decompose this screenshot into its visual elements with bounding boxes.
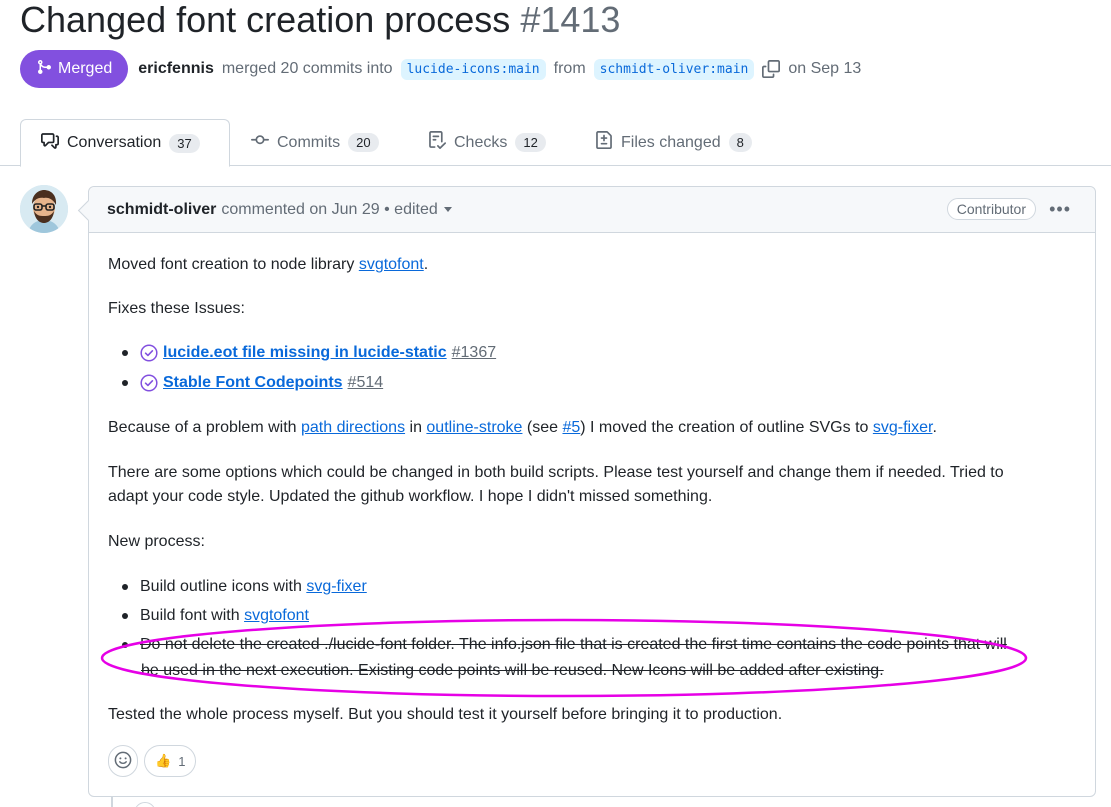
commit-icon [251,131,269,154]
bullet [122,584,128,590]
intro-text: Moved font creation to node library [108,256,359,273]
copy-icon[interactable] [762,59,781,78]
list-item: Do not delete the created ./lucide-font … [122,633,1007,657]
intro-paragraph: Moved font creation to node library svgt… [108,253,428,277]
contributor-badge: Contributor [946,198,1036,220]
checklist-icon [428,131,447,154]
list-item: Stable Font Codepoints #514 [122,371,383,395]
issue-number[interactable]: #1367 [452,341,497,365]
timeline-event-icon [134,802,156,807]
issue-link[interactable]: lucide.eot file missing in lucide-static [163,341,447,365]
timeline-line [111,797,113,807]
outline-stroke-link[interactable]: outline-stroke [426,419,522,436]
intro-end: . [423,256,429,273]
file-diff-icon [595,131,613,154]
tab-conversation-label: Conversation [67,134,162,151]
p2-text-b: in [405,419,427,436]
merger-username[interactable]: ericfennis [138,60,214,78]
svgtofont-link[interactable]: svgtofont [359,256,424,273]
tab-conversation[interactable]: Conversation 37 [20,119,230,167]
svg-fixer-link[interactable]: svg-fixer [873,419,933,436]
comment-header: schmidt-oliver commented on Jun 29 • edi… [89,187,1095,233]
thumbs-up-icon: 👍 [155,753,172,768]
reactions-bar: 👍 1 [108,745,197,777]
pr-title: Changed font creation process #1413 [20,0,620,40]
head-branch[interactable]: schmidt-oliver:main [593,58,755,80]
svgtofont-link[interactable]: svgtofont [244,604,309,628]
merged-status-badge: Merged [20,50,129,88]
step2-text: Build font with [140,607,240,624]
pr-tabs: Conversation 37 Commits 20 Checks 12 Fil… [0,119,1111,167]
issue-closed-icon [140,374,158,392]
options-paragraph-line1: There are some options which could be ch… [108,464,1004,481]
chevron-down-icon[interactable] [443,207,452,212]
reaction-count: 1 [178,753,186,769]
issue-5-link[interactable]: #5 [562,419,580,436]
thumbs-up-reaction[interactable]: 👍 1 [144,745,197,777]
comment-author[interactable]: schmidt-oliver [107,201,216,219]
comment-card: schmidt-oliver commented on Jun 29 • edi… [88,186,1096,797]
pr-meta: Merged ericfennis merged 20 commits into… [20,50,861,88]
bullet [122,613,128,619]
tab-files-changed-label: Files changed [621,133,721,151]
step1-text: Build outline icons with [140,578,302,595]
merge-date: on Sep 13 [788,60,862,77]
merge-description: merged 20 commits into [221,60,393,77]
kebab-horizontal-icon[interactable]: ••• [1049,200,1071,218]
bullet [122,350,128,356]
p2-text-e: . [932,419,937,436]
list-item: lucide.eot file missing in lucide-static… [122,341,496,365]
p2-text-c: (see [522,419,563,436]
tab-commits[interactable]: Commits 20 [231,119,399,166]
bullet [122,642,128,648]
conversation-icon [41,132,59,155]
tab-files-changed[interactable]: Files changed 8 [575,119,772,166]
svg-fixer-link[interactable]: svg-fixer [306,575,366,599]
p2-text-a: Because of a problem with [108,419,301,436]
fixes-heading: Fixes these Issues: [108,300,245,317]
tab-commits-label: Commits [277,133,341,151]
bullet [122,380,128,386]
list-item: Build outline icons with svg-fixer [122,575,367,599]
options-paragraph-line2: adapt your code style. Updated the githu… [108,488,713,505]
p2-text-d: ) I moved the creation of outline SVGs t… [580,419,873,436]
process-heading: New process: [108,533,205,550]
git-merge-icon [36,59,52,80]
tab-files-changed-count: 8 [728,133,752,152]
smiley-icon [114,751,132,772]
problem-paragraph: Because of a problem with path direction… [108,416,937,440]
comment-meta: commented on Jun 29 • edited [221,200,438,218]
closing-paragraph: Tested the whole process myself. But you… [108,706,783,723]
pr-number: #1413 [520,0,621,40]
tab-checks-label: Checks [454,133,508,151]
issue-closed-icon [140,344,158,362]
list-item: Build font with svgtofont [122,604,309,628]
issue-number[interactable]: #514 [348,371,384,395]
path-directions-link[interactable]: path directions [301,419,405,436]
base-branch[interactable]: lucide-icons:main [400,58,546,80]
tab-checks[interactable]: Checks 12 [408,119,566,166]
issue-link[interactable]: Stable Font Codepoints [163,371,343,395]
tab-commits-count: 20 [348,133,379,152]
strikethrough-text: Do not delete the created ./lucide-font … [140,636,1007,653]
tab-conversation-count: 37 [169,133,200,153]
from-text: from [553,60,586,77]
avatar[interactable] [20,185,68,233]
pr-title-text: Changed font creation process [20,0,511,40]
merged-status-label: Merged [58,60,113,77]
strikethrough-text-continued: be used in the next execution. Existing … [141,662,884,679]
tab-checks-count: 12 [515,133,546,152]
add-reaction-button[interactable] [108,745,138,777]
